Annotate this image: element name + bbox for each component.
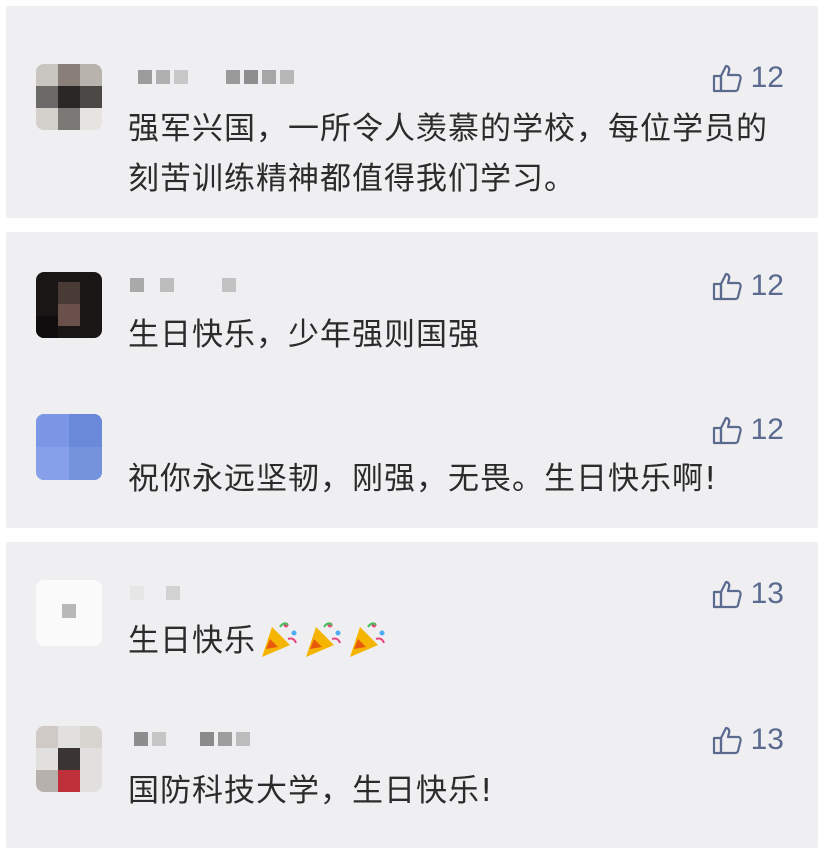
like-button[interactable]: 12 — [711, 414, 784, 446]
comment-text: 强军兴国，一所令人羡慕的学校，每位学员的刻苦训练精神都值得我们学习。 — [128, 111, 768, 197]
comment-text-body: 生日快乐 — [128, 623, 256, 659]
thumbs-up-icon — [711, 724, 743, 756]
thumbs-up-icon — [711, 62, 743, 94]
comment-item: 12 强军兴国，一所令人羡慕的学校，每位学员的刻苦训练精神都值得我们学习。 — [6, 6, 818, 218]
party-popper-icon — [302, 617, 344, 659]
thumbs-up-icon — [711, 578, 743, 610]
avatar[interactable] — [36, 272, 102, 338]
like-count: 13 — [750, 577, 784, 610]
like-button[interactable]: 13 — [711, 724, 784, 756]
like-count: 12 — [750, 413, 784, 446]
comment-item: 13 国防科技大学，生日快乐! — [6, 690, 818, 848]
like-count: 12 — [750, 61, 784, 94]
comment-item: 12 祝你永远坚韧，刚强，无畏。生日快乐啊! — [6, 380, 818, 528]
avatar[interactable] — [36, 414, 102, 480]
comment-card: 12 强军兴国，一所令人羡慕的学校，每位学员的刻苦训练精神都值得我们学习。 — [6, 6, 818, 218]
comment-card: 12 生日快乐，少年强则国强 12 祝你永远坚韧，刚强，无畏。生日快乐啊! — [6, 232, 818, 528]
like-button[interactable]: 13 — [711, 578, 784, 610]
like-count: 12 — [750, 269, 784, 302]
comment-item: 12 生日快乐，少年强则国强 — [6, 232, 818, 380]
username-blurred — [126, 586, 206, 602]
like-button[interactable]: 12 — [711, 62, 784, 94]
party-popper-icon — [258, 617, 300, 659]
avatar[interactable] — [36, 580, 102, 646]
avatar[interactable] — [36, 726, 102, 792]
comment-text: 国防科技大学，生日快乐! — [128, 773, 494, 809]
username-blurred — [126, 278, 266, 294]
comment-item: 13 生日快乐 — [6, 542, 818, 690]
thumbs-up-icon — [711, 414, 743, 446]
comment-card: 13 生日快乐 13 国防科技大学，生日快乐! — [6, 542, 818, 848]
username-blurred — [126, 70, 326, 86]
thumbs-up-icon — [711, 270, 743, 302]
comment-text: 祝你永远坚韧，刚强，无畏。生日快乐啊! — [128, 461, 718, 497]
comment-text: 生日快乐 — [128, 616, 788, 666]
party-popper-icon — [346, 617, 388, 659]
username-blurred — [126, 732, 266, 748]
like-button[interactable]: 12 — [711, 270, 784, 302]
like-count: 13 — [750, 723, 784, 756]
comment-text: 生日快乐，少年强则国强 — [128, 317, 480, 353]
avatar[interactable] — [36, 64, 102, 130]
